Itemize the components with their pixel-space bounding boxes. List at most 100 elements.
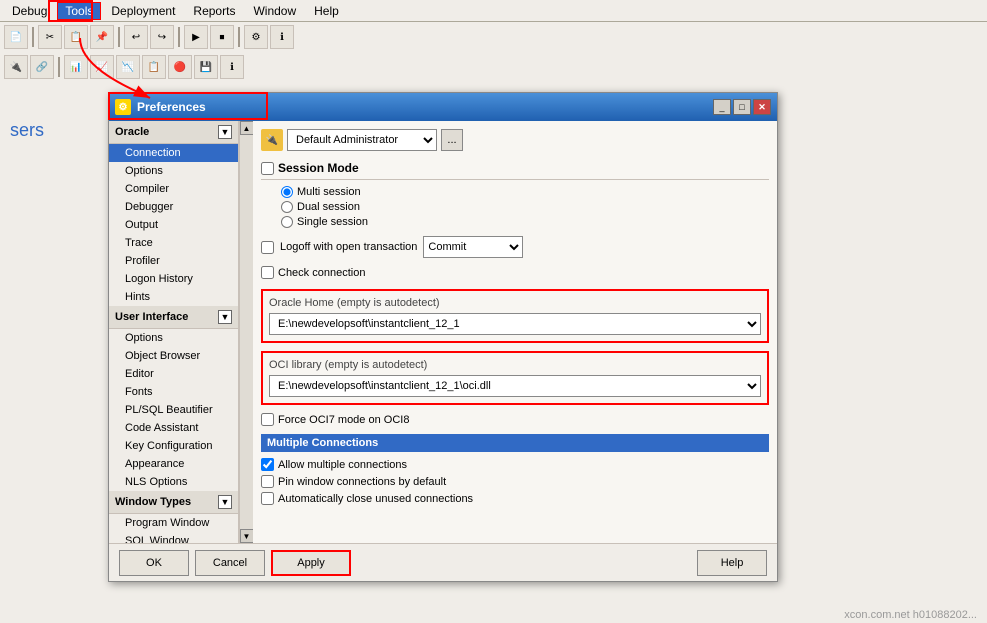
radio-multi-input[interactable]	[281, 186, 293, 198]
logoff-select[interactable]: Commit	[423, 236, 523, 258]
oracle-section-header[interactable]: Oracle ▼	[109, 121, 238, 144]
dialog-title-text: Preferences	[137, 100, 206, 114]
sidebar-item-key-configuration[interactable]: Key Configuration	[109, 437, 238, 455]
dialog-body: Oracle ▼ Connection Options Compiler Deb…	[109, 121, 777, 543]
preferences-dialog: ⚙ Preferences _ □ ✕ Oracle ▼ Connection …	[108, 92, 778, 582]
radio-single-input[interactable]	[281, 216, 293, 228]
auto-close-row: Automatically close unused connections	[261, 492, 769, 505]
sidebar-item-nls-options[interactable]: NLS Options	[109, 473, 238, 491]
sidebar-item-logon-history[interactable]: Logon History	[109, 270, 238, 288]
auto-close-checkbox[interactable]	[261, 492, 274, 505]
sidebar-item-profiler[interactable]: Profiler	[109, 252, 238, 270]
tb-run[interactable]: ▶	[184, 25, 208, 49]
maximize-button[interactable]: □	[733, 99, 751, 115]
oci-library-box: OCI library (empty is autodetect) E:\new…	[261, 351, 769, 405]
sidebar-item-program-window[interactable]: Program Window	[109, 514, 238, 532]
auto-close-label: Automatically close unused connections	[278, 493, 473, 505]
tb-info[interactable]: ℹ	[270, 25, 294, 49]
menu-window[interactable]: Window	[245, 2, 304, 20]
ui-section-label: User Interface	[115, 311, 188, 323]
sidebar-item-trace[interactable]: Trace	[109, 234, 238, 252]
menu-reports[interactable]: Reports	[185, 2, 243, 20]
session-mode-options: Multi session Dual session Single sessio…	[281, 186, 769, 228]
tb-paste[interactable]: 📌	[90, 25, 114, 49]
ok-button[interactable]: OK	[119, 550, 189, 576]
sidebar-item-output[interactable]: Output	[109, 216, 238, 234]
sidebar-item-sql-window[interactable]: SQL Window	[109, 532, 238, 543]
sidebar-item-compiler[interactable]: Compiler	[109, 180, 238, 198]
tb-connect[interactable]: 🔌	[4, 55, 28, 79]
ui-expand[interactable]: ▼	[218, 310, 232, 324]
menu-debug[interactable]: Debug	[4, 2, 55, 20]
title-buttons: _ □ ✕	[713, 99, 771, 115]
menu-tools[interactable]: Tools	[57, 2, 101, 20]
tb-r3[interactable]: 📉	[116, 55, 140, 79]
tb-r7[interactable]: ℹ	[220, 55, 244, 79]
sidebar-item-code-assistant[interactable]: Code Assistant	[109, 419, 238, 437]
help-button[interactable]: Help	[697, 550, 767, 576]
sidebar-item-options-oracle[interactable]: Options	[109, 162, 238, 180]
tb-gear[interactable]: ⚙	[244, 25, 268, 49]
sidebar-item-appearance[interactable]: Appearance	[109, 455, 238, 473]
sidebar-item-hints[interactable]: Hints	[109, 288, 238, 306]
tb-redo[interactable]: ↪	[150, 25, 174, 49]
sidebar-scrollbar[interactable]: ▲ ▼	[239, 121, 253, 543]
sidebar-item-connection[interactable]: Connection	[109, 144, 238, 162]
allow-multiple-checkbox[interactable]	[261, 458, 274, 471]
tb-stop[interactable]: ⏹	[210, 25, 234, 49]
toolbar-row2: 🔌 🔗 📊 📈 📉 📋 🔴 💾 ℹ	[0, 52, 248, 82]
window-section-header[interactable]: Window Types ▼	[109, 491, 238, 514]
connection-row: 🔌 Default Administrator ...	[261, 129, 769, 151]
radio-dual-session: Dual session	[281, 201, 769, 213]
connection-select[interactable]: Default Administrator	[287, 129, 437, 151]
logoff-checkbox[interactable]	[261, 241, 274, 254]
sidebar-item-options-ui[interactable]: Options	[109, 329, 238, 347]
sidebar-item-debugger[interactable]: Debugger	[109, 198, 238, 216]
check-connection-label: Check connection	[278, 267, 365, 279]
oracle-home-select[interactable]: E:\newdevelopsoft\instantclient_12_1	[269, 313, 761, 335]
sidebar-item-object-browser[interactable]: Object Browser	[109, 347, 238, 365]
tb-copy[interactable]: 📋	[64, 25, 88, 49]
check-connection-checkbox[interactable]	[261, 266, 274, 279]
sidebar-item-editor[interactable]: Editor	[109, 365, 238, 383]
ui-section-header[interactable]: User Interface ▼	[109, 306, 238, 329]
pin-window-checkbox[interactable]	[261, 475, 274, 488]
window-expand[interactable]: ▼	[218, 495, 232, 509]
dialog-main-content: 🔌 Default Administrator ... Session Mode…	[253, 121, 777, 543]
menu-deployment[interactable]: Deployment	[103, 2, 183, 20]
sidebar-item-fonts[interactable]: Fonts	[109, 383, 238, 401]
force-oci-label: Force OCI7 mode on OCI8	[278, 414, 409, 426]
connection-more-btn[interactable]: ...	[441, 129, 463, 151]
tb-r1[interactable]: 📊	[64, 55, 88, 79]
tb-r2[interactable]: 📈	[90, 55, 114, 79]
tb-r5[interactable]: 🔴	[168, 55, 192, 79]
radio-dual-input[interactable]	[281, 201, 293, 213]
sidebar-item-plsql-beautifier[interactable]: PL/SQL Beautifier	[109, 401, 238, 419]
scroll-up[interactable]: ▲	[240, 121, 254, 135]
tb-r4[interactable]: 📋	[142, 55, 166, 79]
logoff-row: Logoff with open transaction Commit	[261, 236, 769, 258]
radio-single-session: Single session	[281, 216, 769, 228]
session-mode-checkbox[interactable]	[261, 162, 274, 175]
scroll-down[interactable]: ▼	[240, 529, 254, 543]
tb-undo[interactable]: ↩	[124, 25, 148, 49]
menu-help[interactable]: Help	[306, 2, 347, 20]
force-oci-checkbox[interactable]	[261, 413, 274, 426]
tb-r6[interactable]: 💾	[194, 55, 218, 79]
oracle-section-label: Oracle	[115, 126, 149, 138]
tb-new[interactable]: 📄	[4, 25, 28, 49]
cancel-button[interactable]: Cancel	[195, 550, 265, 576]
close-button[interactable]: ✕	[753, 99, 771, 115]
dialog-footer: OK Cancel Apply Help	[109, 543, 777, 581]
oracle-expand[interactable]: ▼	[218, 125, 232, 139]
dialog-sidebar: Oracle ▼ Connection Options Compiler Deb…	[109, 121, 239, 543]
apply-button[interactable]: Apply	[271, 550, 351, 576]
tb-cut[interactable]: ✂	[38, 25, 62, 49]
connection-icon: 🔌	[261, 129, 283, 151]
oci-library-select[interactable]: E:\newdevelopsoft\instantclient_12_1\oci…	[269, 375, 761, 397]
allow-multiple-row: Allow multiple connections	[261, 458, 769, 471]
tb-disconnect[interactable]: 🔗	[30, 55, 54, 79]
radio-multi-session: Multi session	[281, 186, 769, 198]
minimize-button[interactable]: _	[713, 99, 731, 115]
pin-window-row: Pin window connections by default	[261, 475, 769, 488]
